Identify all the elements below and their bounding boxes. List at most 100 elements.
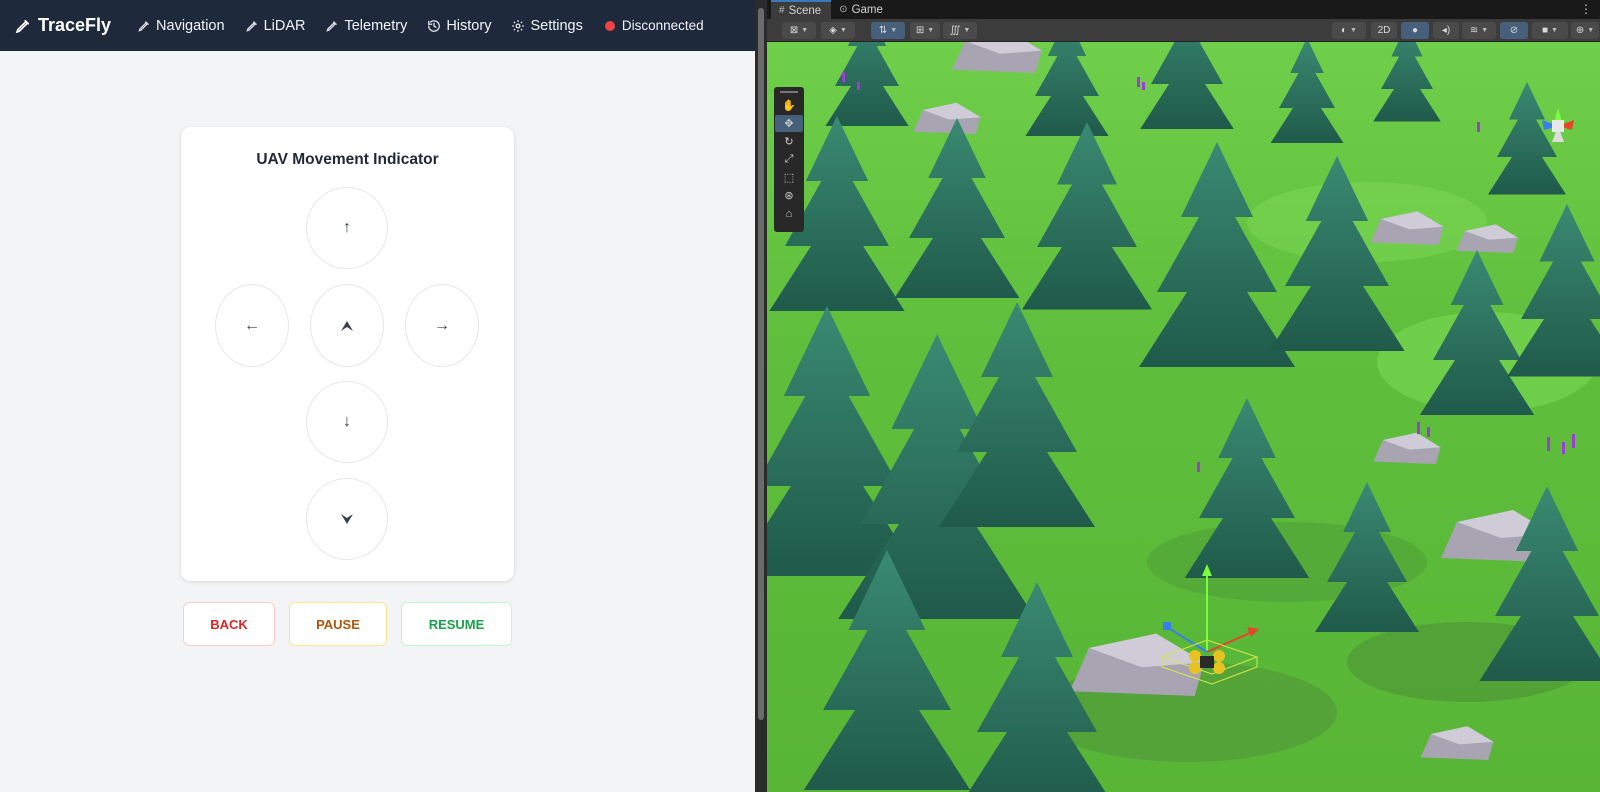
scale-tool[interactable]: ⤢: [775, 151, 803, 168]
nav-item-settings[interactable]: Settings: [511, 17, 583, 34]
rock: [1373, 432, 1441, 464]
scene-toolbar: ⊠ ▼ ◈ ▼ ⇅ ▼ ⊞ ▼ ∭ ▼ ◐ ▼ 2D ● ◂) ≋ ▼ ⊘ ■ ▼ ⊕ ▼: [767, 19, 1600, 42]
camera-icon: ■: [1542, 25, 1549, 36]
nav-item-lidar[interactable]: LiDAR: [245, 17, 306, 34]
card-title: UAV Movement Indicator: [256, 151, 439, 168]
speaker-icon: ◂): [1441, 25, 1451, 36]
pine-tree: [1139, 142, 1295, 367]
scale-icon: ⤢: [784, 153, 794, 165]
chevron-up-icon: [340, 320, 354, 332]
pencil-icon: [245, 19, 259, 33]
pine-tree: [1022, 122, 1152, 310]
pine-tree: [1270, 42, 1344, 143]
camera-dropdown[interactable]: ■ ▼: [1532, 22, 1568, 39]
left-indicator[interactable]: ←: [215, 284, 289, 367]
grid-icon: #: [779, 5, 785, 16]
pine-tree: [825, 42, 909, 126]
history-icon: [427, 19, 441, 33]
tab-scene[interactable]: # Scene: [771, 0, 832, 19]
nav-item-label: History: [446, 17, 492, 34]
resume-button[interactable]: RESUME: [401, 602, 512, 646]
pine-tree: [1140, 42, 1234, 130]
rock: [952, 42, 1042, 73]
pine-tree: [894, 117, 1020, 298]
pencil-icon: [325, 19, 339, 33]
status-label: Disconnected: [621, 18, 704, 33]
grid-icon: ⊞: [915, 25, 925, 36]
movement-indicator-card: UAV Movement Indicator ↑ ← → ↓: [181, 127, 514, 581]
more-options-icon[interactable]: ⋮: [1580, 2, 1592, 16]
layers-icon: ≋: [1469, 25, 1479, 36]
nav-item-telemetry[interactable]: Telemetry: [325, 18, 407, 34]
unity-editor: # Scene ⊙ Game ⋮ ⊠ ▼ ◈ ▼ ⇅ ▼ ⊞ ▼ ∭ ▼ ◐ ▼ 2D ● …: [767, 0, 1600, 792]
toggle-2d-button[interactable]: 2D: [1371, 22, 1397, 39]
gizmos-dropdown[interactable]: ◐ ▼: [1332, 22, 1366, 39]
pencil-icon: [14, 17, 32, 35]
nav-item-history[interactable]: History: [427, 18, 491, 34]
custom-tool-icon: ⌂: [785, 207, 793, 220]
gizmo-dropdown[interactable]: ⊕ ▼: [1571, 22, 1599, 39]
palette-grip[interactable]: [780, 91, 798, 93]
connection-status: Disconnected: [604, 18, 704, 33]
lightbulb-icon: ●: [1411, 25, 1419, 36]
rect-icon: ⬚: [783, 172, 795, 184]
visibility-toggle[interactable]: ⊘: [1500, 22, 1528, 39]
descend-indicator[interactable]: [306, 478, 388, 560]
tab-label: Game: [851, 3, 883, 16]
gear-icon: [511, 19, 525, 33]
nav-item-label: LiDAR: [263, 17, 306, 34]
draw-mode-icon: ⊠: [789, 25, 799, 36]
hand-icon: ✋: [782, 100, 796, 112]
status-dot-icon: [604, 20, 615, 31]
arrow-up-icon: ↑: [343, 219, 351, 236]
custom-tool[interactable]: ⌂: [775, 205, 803, 222]
ruler-icon: ∭: [949, 25, 961, 36]
rect-tool[interactable]: ⬚: [775, 169, 803, 186]
effects-dropdown[interactable]: ≋ ▼: [1462, 22, 1496, 39]
rock: [1420, 726, 1494, 760]
brand-name: TraceFly: [38, 15, 112, 35]
globe-icon: ⊕: [1575, 25, 1585, 36]
nav-item-label: Settings: [530, 17, 583, 34]
rock: [913, 102, 981, 134]
orientation-gizmo[interactable]: [1530, 96, 1586, 156]
scrollbar-thumb[interactable]: [758, 8, 764, 720]
tool-palette: ✋ ✥ ↻ ⤢ ⬚ ⊛ ⌂: [774, 87, 804, 232]
top-navbar: TraceFly Navigation LiDAR Telemetry Hist…: [0, 0, 755, 51]
scene-viewport[interactable]: ✋ ✥ ↻ ⤢ ⬚ ⊛ ⌂: [767, 42, 1600, 792]
back-button[interactable]: BACK: [183, 602, 275, 646]
cube-icon: ◈: [829, 25, 837, 36]
chevron-down-icon: [340, 513, 354, 525]
lighting-toggle[interactable]: ●: [1401, 22, 1429, 39]
arrow-down-icon: ↓: [343, 413, 351, 430]
nav-item-label: Navigation: [156, 17, 225, 34]
nav-item-navigation[interactable]: Navigation: [137, 18, 225, 34]
rotate-tool[interactable]: ↻: [775, 133, 803, 150]
window-divider: [755, 0, 767, 792]
tab-game[interactable]: ⊙ Game: [831, 0, 893, 19]
brand-logo[interactable]: TraceFly: [14, 15, 111, 36]
increment-dropdown[interactable]: ∭ ▼: [943, 22, 977, 39]
pine-tree: [1184, 398, 1310, 578]
pine-tree: [1373, 42, 1441, 122]
pivot-icon: ⇅: [878, 25, 888, 36]
move-icon: ✥: [784, 118, 794, 130]
rotate-icon: ↻: [784, 136, 794, 148]
grid-snap-dropdown[interactable]: ⊞ ▼: [910, 22, 940, 39]
hand-tool[interactable]: ✋: [775, 97, 803, 114]
pivot-dropdown[interactable]: ⇅ ▼: [871, 22, 905, 39]
draw-mode-dropdown[interactable]: ⊠ ▼: [782, 22, 816, 39]
gamepad-icon: ⊙: [839, 4, 848, 15]
right-indicator[interactable]: →: [405, 284, 479, 367]
backward-indicator[interactable]: ↓: [306, 381, 388, 463]
eye-off-icon: ⊘: [1509, 25, 1519, 36]
tab-label: Scene: [788, 4, 822, 17]
arrow-right-icon: →: [434, 316, 450, 334]
transform-tool[interactable]: ⊛: [775, 187, 803, 204]
shading-dropdown[interactable]: ◈ ▼: [821, 22, 855, 39]
audio-toggle[interactable]: ◂): [1433, 22, 1459, 39]
ascend-indicator[interactable]: [310, 284, 384, 367]
forward-indicator[interactable]: ↑: [306, 187, 388, 269]
pause-button[interactable]: PAUSE: [289, 602, 387, 646]
move-tool[interactable]: ✥: [775, 115, 803, 132]
